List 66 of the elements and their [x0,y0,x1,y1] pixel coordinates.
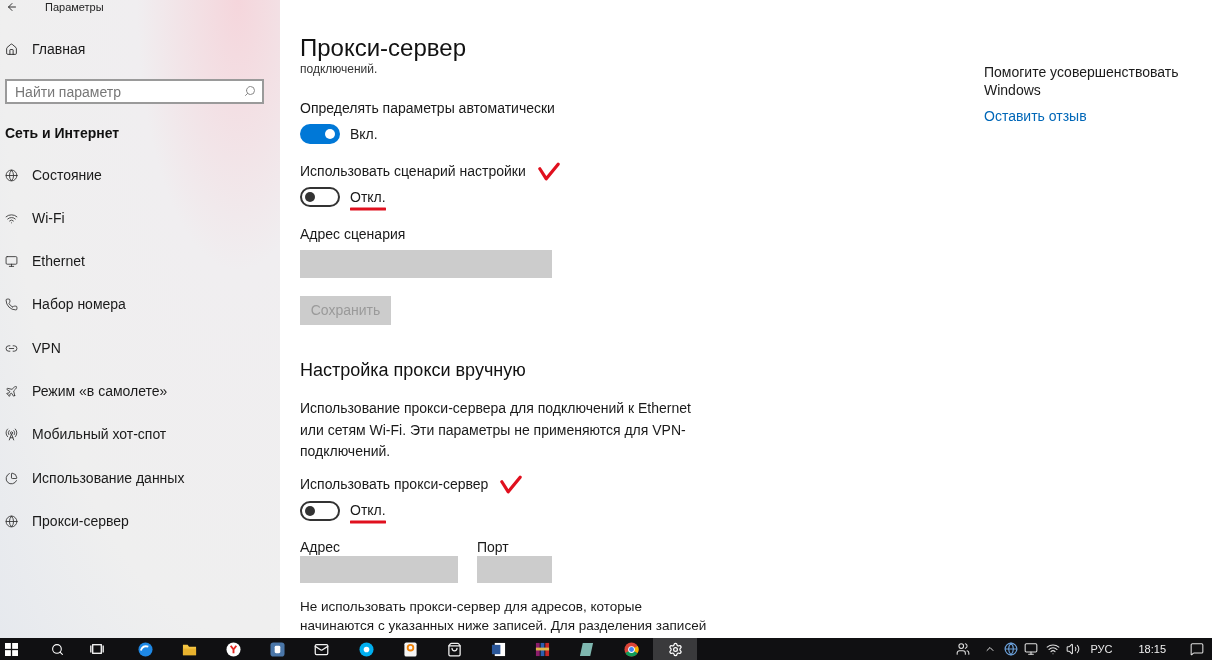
sidebar-item[interactable]: Набор номера [0,294,126,315]
sidebar-item[interactable]: Прокси-сервер [0,511,129,532]
sidebar-item[interactable]: Использование данных [0,468,185,489]
clock-time[interactable]: 18:15 [1138,642,1166,656]
antenna-icon [5,428,18,442]
field-label: Адрес сценария [300,225,406,244]
people-icon[interactable] [956,642,971,656]
social-logo-icon[interactable] [402,641,418,657]
feedback-link[interactable]: Оставить отзыв [984,107,1087,125]
windows-logo-icon[interactable] [4,642,18,656]
setting-label: Использовать сценарий настройки [300,161,526,181]
globe-icon[interactable] [1004,642,1019,656]
feedback-text: Помогите усовершенствовать Windows [984,63,1180,99]
search-icon[interactable] [50,642,64,656]
monitor-icon [5,255,18,269]
sidebar-item[interactable]: Wi-Fi [0,208,65,229]
cut-text: подключений. [300,63,378,76]
search-field[interactable]: Найти параметр [5,79,264,104]
setting-label: Определять параметры автоматически [300,98,555,118]
home-nav-item[interactable]: Главная [0,39,86,59]
setting-label: Использовать прокси-сервер [300,475,489,494]
phone-icon [5,298,18,312]
monitor-icon[interactable] [1024,642,1039,656]
back-arrow-icon[interactable] [6,1,18,13]
wifi-icon[interactable] [1046,642,1061,656]
description-text: Использование прокси-сервера для подключений к Ethernet или сетям Wi-Fi. Эти параметры не применяются для VPN-подключений. [300,399,692,461]
page-title: Прокси-сервер [300,33,466,63]
task-view-icon[interactable] [90,643,104,655]
app-logo-icon[interactable] [579,641,595,657]
notification-icon[interactable] [1190,642,1204,656]
settings-icon[interactable] [667,641,683,657]
browser-logo-icon[interactable] [225,641,241,657]
browser-logo-icon[interactable] [137,641,153,657]
toggle-switch[interactable] [300,187,340,207]
field-label: Адрес [300,537,341,556]
envelope-icon[interactable] [314,641,330,657]
taskbar-app-slot[interactable] [653,638,698,660]
sidebar-item[interactable]: Состояние [0,165,102,185]
section-heading: Сеть и Интернет [5,124,120,143]
globe-icon [5,514,18,528]
volume-icon[interactable] [1066,642,1081,656]
sidebar-item[interactable]: VPN [0,338,61,359]
sidebar-item[interactable]: Режим «в самолете» [0,381,168,402]
language-indicator[interactable]: РУС [1090,642,1113,656]
home-icon [5,42,18,56]
section-heading: Настройка прокси вручную [300,359,526,382]
field-label: Порт [477,537,509,556]
airplane-icon [5,385,18,398]
exceptions-text: Не использовать прокси-сервер для адресов, которые начинаются с указанных ниже записей. Для разделения записей [300,597,708,635]
toggle-state-text: Откл. [350,187,386,207]
window-title: Параметры [45,0,104,14]
sidebar-item[interactable]: Ethernet [0,251,85,272]
social-logo-icon[interactable] [270,641,286,657]
browser-logo-icon[interactable] [623,641,639,657]
pie-chart-icon [5,471,18,485]
document-logo-icon[interactable] [491,641,507,657]
chat-logo-icon[interactable] [358,641,374,657]
toggle-switch[interactable] [300,500,340,521]
globe-icon [5,168,18,182]
sidebar-item[interactable]: Мобильный хот-спот [0,424,167,445]
wifi-icon [5,211,18,225]
archive-logo-icon[interactable] [535,641,551,657]
toggle-switch[interactable] [300,124,340,144]
toggle-state-text: Откл. [350,501,386,520]
toggle-state-text: Вкл. [350,124,378,144]
shopping-bag-icon[interactable] [446,641,462,657]
